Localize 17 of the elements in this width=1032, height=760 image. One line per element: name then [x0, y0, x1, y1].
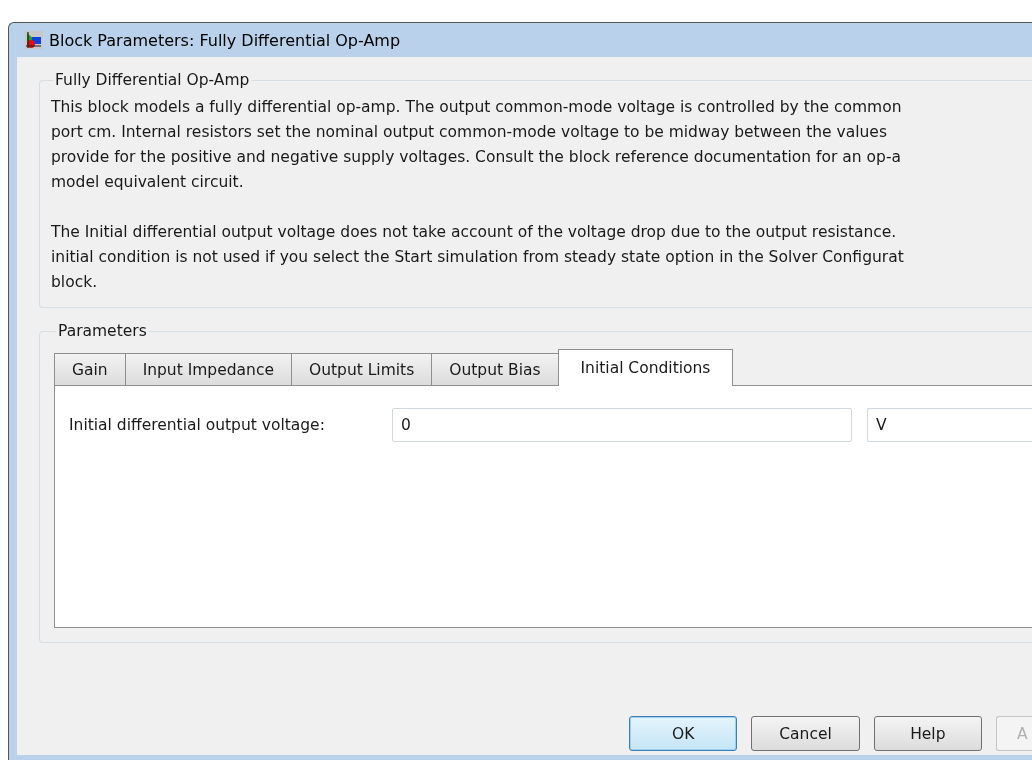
block-diagram-icon — [25, 31, 43, 49]
unit-input-field[interactable]: V — [867, 408, 1032, 442]
group-title: Fully Differential Op-Amp — [54, 71, 251, 89]
dialog-button[interactable]: OK — [629, 716, 738, 751]
dialog-button[interactable]: Cancel — [751, 716, 860, 751]
tab[interactable]: Gain — [54, 353, 126, 385]
description-text: This block models a fully differential op-amp. The output common-mode voltage is controlled by the common port cm. Internal resistors set the nominal output common-mode voltage to be midway between the values provide for the positive and negative supply voltages. Consult the block reference documentation for an op-a model equivalent circuit. — [51, 97, 903, 193]
group-title: Parameters — [57, 322, 148, 340]
tab[interactable]: Initial Conditions — [557, 349, 734, 386]
window-title: Block Parameters: Fully Differential Op-Amp — [49, 30, 401, 50]
tab[interactable]: Output Bias — [431, 353, 559, 385]
dialog-button[interactable]: Help — [873, 716, 982, 751]
tab[interactable]: Output Limits — [290, 353, 433, 385]
field-label: Initial differential output voltage: — [69, 416, 326, 434]
value-input-field[interactable]: 0 — [392, 408, 852, 442]
description-text: The Initial differential output voltage does not take account of the voltage drop due to the output resistance. initial condition is not used if you select the Start simulation from steady state option in the Solver Configurat block. — [51, 222, 905, 293]
tab[interactable]: Input Impedance — [124, 353, 292, 385]
